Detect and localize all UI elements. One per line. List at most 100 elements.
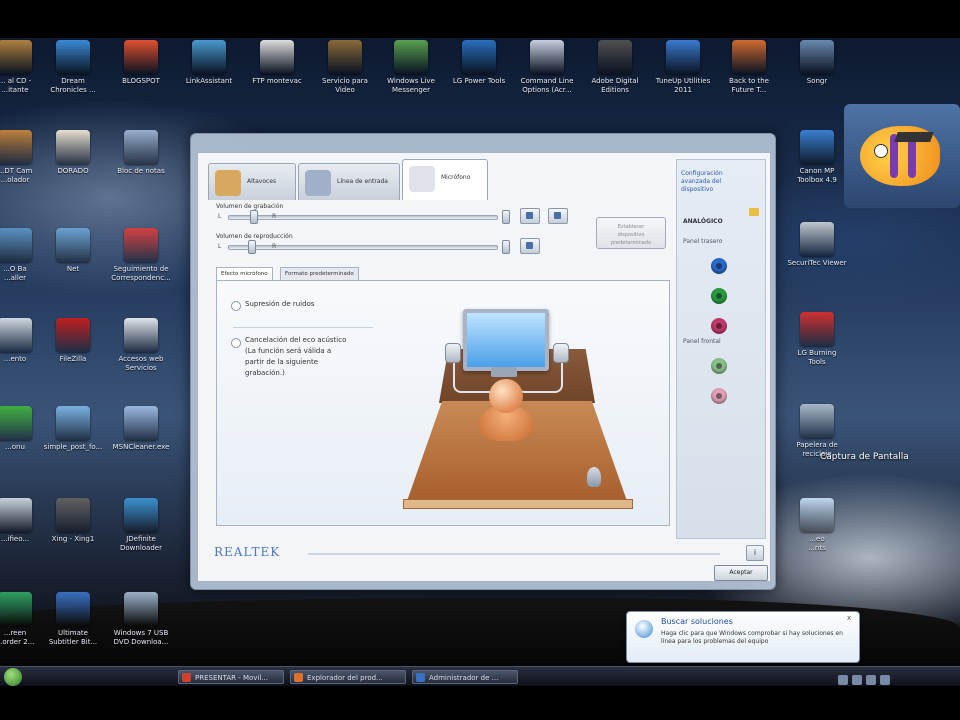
- microphone-icon: [409, 166, 435, 192]
- desktop-icon-tuneup-label: TuneUp Utilities 2011: [655, 77, 711, 94]
- desktop-icon-col1-1-icon: [0, 40, 32, 74]
- desktop-icon-songr[interactable]: Songr: [782, 40, 852, 86]
- fish-gadget[interactable]: [844, 104, 960, 208]
- desktop-icon-lg-power[interactable]: LG Power Tools: [444, 40, 514, 86]
- echo-cancellation-radio[interactable]: [231, 338, 241, 348]
- jack-rear-blue[interactable]: [711, 258, 727, 274]
- noise-suppression-radio[interactable]: [231, 301, 241, 311]
- desktop-icon-adobe-label: Adobe Digital Editions: [591, 77, 639, 94]
- playback-mute-button[interactable]: [520, 238, 540, 254]
- desktop-icon-seguimiento[interactable]: Seguimiento de Correspondenc...: [106, 228, 176, 283]
- desktop-icon-blogspot[interactable]: BLOGSPOT: [106, 40, 176, 86]
- desktop-icon-dream[interactable]: Dream Chronicles ...: [38, 40, 108, 95]
- desktop-icon-col1-4-icon: [0, 318, 32, 352]
- options-separator: [233, 327, 373, 328]
- desktop-icon-ultimate[interactable]: Ultimate Subtitler Bit...: [38, 592, 108, 647]
- desktop-icon-dorado-label: DORADO: [57, 167, 89, 175]
- jack-front-pink[interactable]: [711, 388, 727, 404]
- volume-icon[interactable]: [852, 675, 862, 685]
- recording-boost-button[interactable]: [548, 208, 568, 224]
- desktop-icon-net[interactable]: Net: [38, 228, 108, 274]
- ok-button[interactable]: Aceptar: [714, 565, 768, 581]
- fish-image: [860, 126, 940, 186]
- desktop-icon-filezilla[interactable]: FileZilla: [38, 318, 108, 364]
- start-button[interactable]: [4, 668, 22, 686]
- tab-line-in[interactable]: Línea de entrada: [298, 163, 400, 200]
- info-button[interactable]: i: [746, 545, 764, 561]
- recording-l-label: L: [218, 213, 222, 220]
- desktop-icon-securitec[interactable]: SecuriTec Viewer: [782, 222, 852, 268]
- desktop-icon-col1-3-icon: [0, 228, 32, 262]
- tab-microphone[interactable]: Micrófono: [402, 159, 488, 200]
- desktop-icon-back-future[interactable]: Back to the Future T...: [714, 40, 784, 95]
- desktop-icon-msn-cleaner[interactable]: MSNCleaner.exe: [106, 406, 176, 452]
- desktop-icon-ftp[interactable]: FTP montevac: [242, 40, 312, 86]
- footer-divider: [308, 553, 720, 555]
- playback-volume-label: Volumen de reproducción: [216, 233, 293, 240]
- notification-balloon[interactable]: Buscar soluciones Haga clic para que Win…: [626, 611, 860, 663]
- playback-volume-thumb[interactable]: [248, 240, 256, 254]
- recording-mute-button[interactable]: [520, 208, 540, 224]
- power-icon[interactable]: [880, 675, 890, 685]
- taskbar-button-3[interactable]: Administrador de ...: [412, 670, 518, 684]
- desktop-icon-messenger[interactable]: Windows Live Messenger: [376, 40, 446, 95]
- desktop-icon-adobe-icon: [598, 40, 632, 74]
- jack-rear-green[interactable]: [711, 288, 727, 304]
- desktop-icon-back-future-icon: [732, 40, 766, 74]
- effect-subtabs: Efecto micrófono Formato predeterminado: [216, 267, 668, 282]
- desktop-icon-canon-label: Canon MP Toolbox 4.9: [797, 167, 837, 184]
- realtek-logo: REALTEK: [214, 545, 280, 560]
- desktop-icon-command-line[interactable]: Command Line Options (Acr...: [512, 40, 582, 95]
- desktop-icon-canon[interactable]: Canon MP Toolbox 4.9: [782, 130, 852, 185]
- desktop-icon-linkassistant[interactable]: LinkAssistant: [174, 40, 244, 86]
- set-default-device-button[interactable]: Establecer dispositivo predeterminado: [596, 217, 666, 249]
- desktop-icon-blogspot-label: BLOGSPOT: [122, 77, 160, 85]
- monitor-stand: [491, 367, 517, 377]
- advanced-settings-link[interactable]: Configuración avanzada del dispositivo: [681, 170, 761, 194]
- desktop-icon-bloc[interactable]: Bloc de notas: [106, 130, 176, 176]
- tab-speakers[interactable]: Altavoces: [208, 163, 296, 200]
- desktop-icon-securitec-label: SecuriTec Viewer: [787, 259, 847, 267]
- folder-icon[interactable]: [749, 208, 759, 216]
- network-icon[interactable]: [838, 675, 848, 685]
- taskbar-button-1[interactable]: PRESENTAR - Movil...: [178, 670, 284, 684]
- taskbar-button-2[interactable]: Explorador del prod...: [290, 670, 406, 684]
- desktop-icon-seguimiento-icon: [124, 228, 158, 262]
- listener-head: [489, 379, 523, 413]
- desktop-icon-xing[interactable]: Xing - Xing1: [38, 498, 108, 544]
- recording-r-label: R: [272, 213, 277, 220]
- desktop-icon-music[interactable]: ...eo ...nts: [782, 498, 852, 553]
- playback-r-label: R: [272, 243, 277, 250]
- playback-balance-thumb[interactable]: [502, 240, 510, 254]
- desktop-icon-windows7-dvd[interactable]: Windows 7 USB DVD Downloa...: [106, 592, 176, 647]
- desktop-icon-accesos-label: Accesos web Servicios: [118, 355, 164, 372]
- desktop-icon-simple-post[interactable]: simple_post_fo...: [38, 406, 108, 452]
- desktop-icon-servicio[interactable]: Servicio para Video: [310, 40, 380, 95]
- desktop-icon-blogspot-icon: [124, 40, 158, 74]
- desktop-icon-adobe[interactable]: Adobe Digital Editions: [580, 40, 650, 95]
- desktop-icon-lg-burning[interactable]: LG Burning Tools: [782, 312, 852, 367]
- desktop-icon-filezilla-label: FileZilla: [59, 355, 87, 363]
- desktop-icon-papelera[interactable]: Papelera de reciclaje: [782, 404, 852, 459]
- playback-volume-slider[interactable]: [228, 245, 498, 250]
- jack-rear-pink[interactable]: [711, 318, 727, 334]
- desktop-icon-music-label: ...eo ...nts: [808, 535, 826, 552]
- recording-volume-thumb[interactable]: [250, 210, 258, 224]
- flag-icon[interactable]: [866, 675, 876, 685]
- jack-front-green[interactable]: [711, 358, 727, 374]
- desktop-icon-msn-cleaner-icon: [124, 406, 158, 440]
- subtab-default-format[interactable]: Formato predeterminado: [280, 267, 359, 281]
- recording-balance-thumb[interactable]: [502, 210, 510, 224]
- desktop-icon-tuneup[interactable]: TuneUp Utilities 2011: [648, 40, 718, 95]
- desktop-icon-dorado[interactable]: DORADO: [38, 130, 108, 176]
- desktop-icon-servicio-icon: [328, 40, 362, 74]
- desktop-icon-accesos[interactable]: Accesos web Servicios: [106, 318, 176, 373]
- recording-volume-slider[interactable]: [228, 215, 498, 220]
- desktop-icon-ftp-icon: [260, 40, 294, 74]
- desktop-icon-lg-power-icon: [462, 40, 496, 74]
- desktop-icon-col1-2-icon: [0, 130, 32, 164]
- desktop-icon-jdownloader[interactable]: JDefinite Downloader: [106, 498, 176, 553]
- room-edge: [403, 499, 633, 509]
- close-icon[interactable]: x: [847, 614, 851, 622]
- realtek-logo-r: R: [214, 545, 225, 559]
